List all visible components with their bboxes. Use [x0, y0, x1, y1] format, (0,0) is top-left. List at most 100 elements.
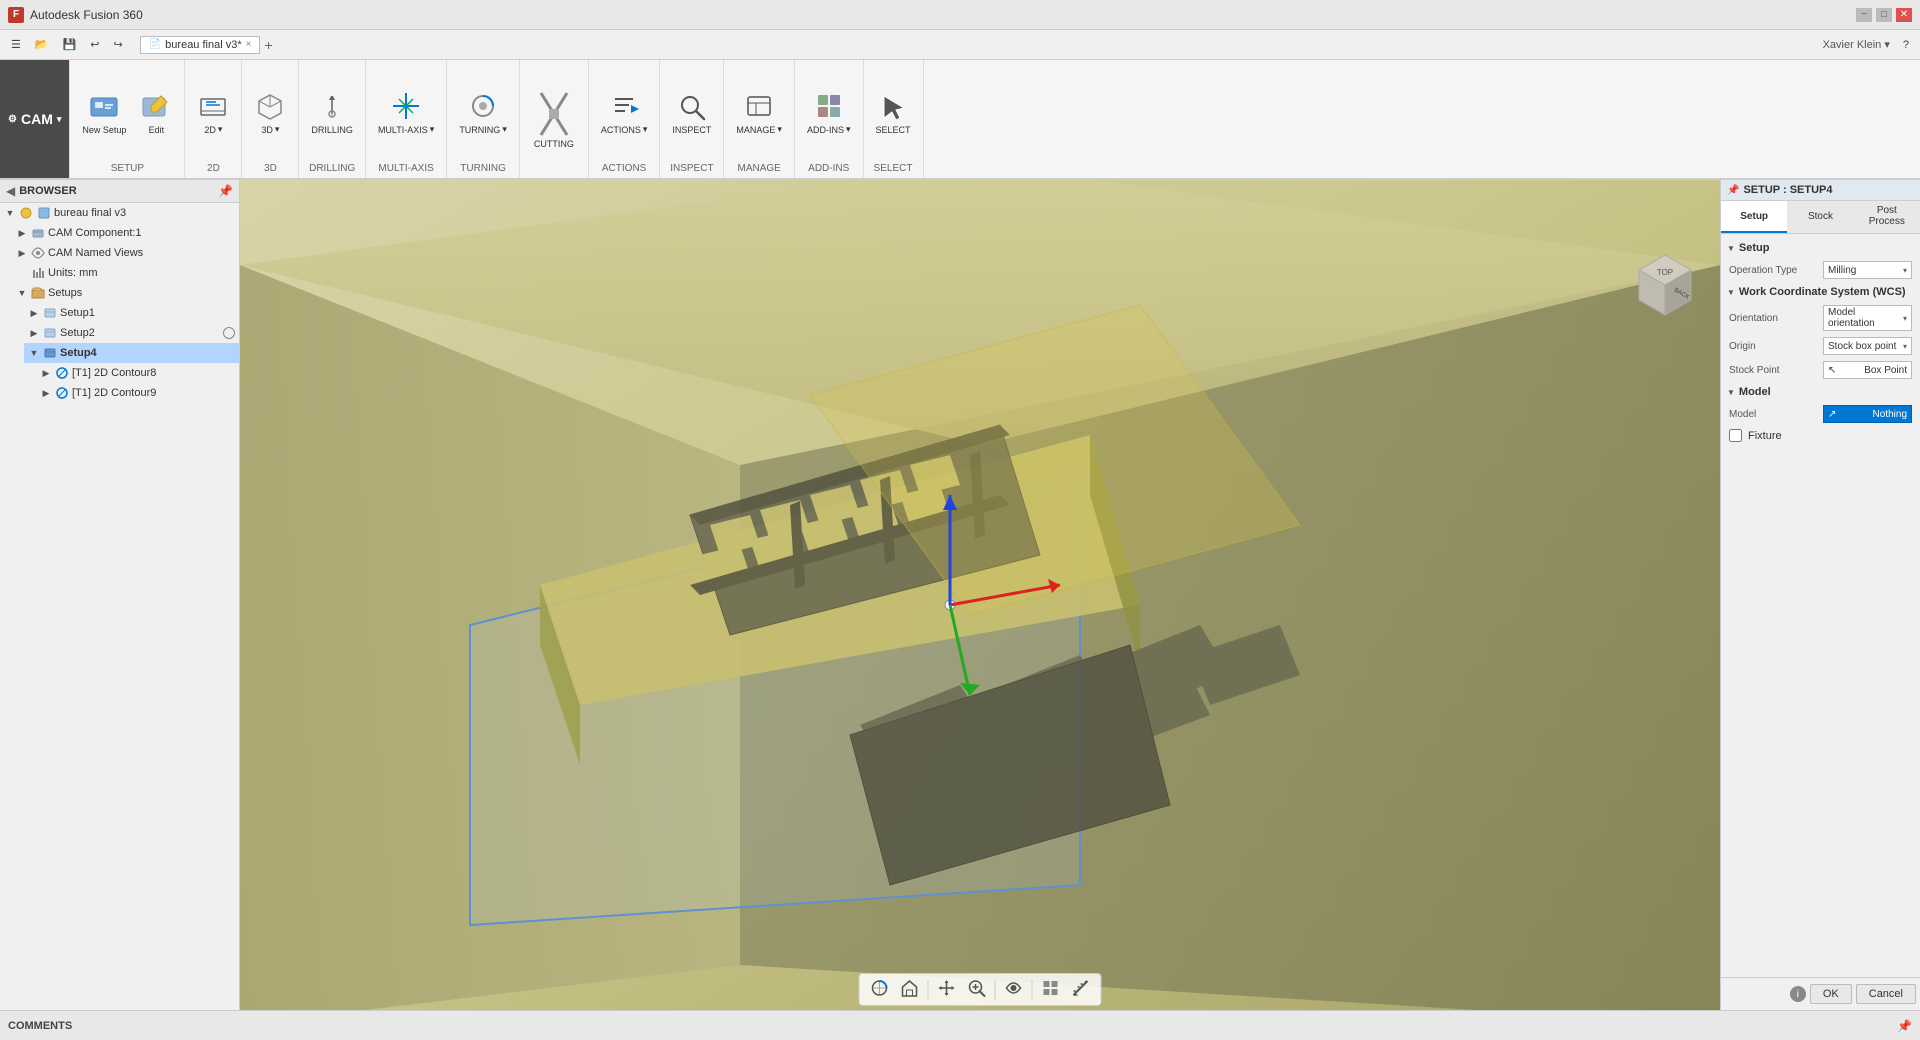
actions-group-label: ACTIONS — [595, 161, 654, 174]
tab-post-process[interactable]: Post Process — [1854, 201, 1920, 233]
fixture-label[interactable]: Fixture — [1748, 430, 1782, 442]
tree-item-setup2[interactable]: ▶ Setup2 — [24, 323, 239, 343]
model-value-button[interactable]: ↗ Nothing — [1823, 405, 1912, 423]
tree-item-setups[interactable]: ▼ Setups — [12, 283, 239, 303]
tab-stock[interactable]: Stock — [1787, 201, 1853, 233]
toolbar-separator-2 — [995, 980, 996, 1000]
tree-icon-setups — [30, 285, 46, 301]
ribbon-group-turning: TURNING▾ TURNING — [447, 60, 520, 178]
multiaxis-group-label: MULTI-AXIS — [372, 161, 440, 174]
maximize-button[interactable]: □ — [1876, 8, 1892, 22]
manage-label: MANAGE▾ — [736, 124, 782, 135]
drilling-button[interactable]: DRILLING — [305, 87, 359, 139]
undo-button[interactable]: ↩ — [85, 35, 104, 54]
multiaxis-label: MULTI-AXIS▾ — [378, 124, 434, 135]
add-tab-button[interactable]: + — [260, 37, 276, 53]
ribbon-group-actions: ACTIONS▾ ACTIONS — [589, 60, 661, 178]
tree-toggle-setups[interactable]: ▼ — [16, 287, 28, 299]
fixture-checkbox[interactable] — [1729, 429, 1742, 442]
toolbar-separator-1 — [928, 980, 929, 1000]
tree-toggle-contour8[interactable]: ▶ — [40, 367, 52, 379]
tree-toggle-setup1[interactable]: ▶ — [28, 307, 40, 319]
status-pin-button[interactable]: 📌 — [1897, 1019, 1912, 1033]
info-icon[interactable]: i — [1790, 986, 1806, 1002]
3d-button[interactable]: 3D▾ — [248, 86, 292, 139]
viewport[interactable]: TOP BACK — [240, 180, 1720, 1010]
measure-button[interactable] — [1067, 976, 1095, 1003]
turning-button[interactable]: TURNING▾ — [453, 86, 513, 139]
navigation-cube[interactable]: TOP BACK — [1620, 240, 1700, 320]
browser-pin-button[interactable]: 📌 — [218, 184, 233, 198]
tree-item-setup1[interactable]: ▶ Setup1 — [24, 303, 239, 323]
drilling-icon — [316, 91, 348, 123]
tree-icon-units — [30, 265, 46, 281]
tree-toggle-cam-component[interactable]: ▶ — [16, 227, 28, 239]
tab-close-icon[interactable]: × — [246, 39, 252, 50]
tree-item-cam-named-views[interactable]: ▶ CAM Named Views — [12, 243, 239, 263]
select-button[interactable]: SELECT — [870, 87, 917, 139]
tree-toggle-cam-named-views[interactable]: ▶ — [16, 247, 28, 259]
tab-setup[interactable]: Setup — [1721, 201, 1787, 233]
model-label: Model — [1729, 409, 1819, 420]
manage-button[interactable]: MANAGE▾ — [730, 86, 788, 139]
active-tab[interactable]: 📄 bureau final v3* × — [140, 36, 261, 54]
addins-button[interactable]: ADD-INS▾ — [801, 86, 857, 139]
tree-item-units[interactable]: ▶ Units: mm — [12, 263, 239, 283]
new-button[interactable]: ☰ — [6, 35, 26, 54]
section-header-model[interactable]: ▼ Model — [1725, 382, 1916, 402]
2d-icon — [197, 90, 229, 122]
cancel-button[interactable]: Cancel — [1856, 984, 1916, 1004]
section-header-setup[interactable]: ▼ Setup — [1725, 238, 1916, 258]
setup-new-button[interactable]: New Setup — [76, 87, 132, 139]
tree-item-contour9[interactable]: ▶ [T1] 2D Contour9 — [36, 383, 239, 403]
inspect-button[interactable]: INSPECT — [666, 87, 717, 139]
pan-button[interactable] — [933, 976, 961, 1003]
help-button[interactable]: ? — [1898, 36, 1914, 54]
setup-edit-button[interactable]: Edit — [134, 87, 178, 139]
orientation-label: Orientation — [1729, 313, 1819, 324]
checkbox-row-fixture[interactable]: Fixture — [1725, 426, 1916, 445]
save-button[interactable]: 💾 — [58, 35, 82, 54]
orientation-value[interactable]: Model orientation ▾ — [1823, 305, 1912, 331]
tree-item-contour8[interactable]: ▶ [T1] 2D Contour8 — [36, 363, 239, 383]
app-title: Autodesk Fusion 360 — [30, 8, 143, 22]
tree-toggle-setup2[interactable]: ▶ — [28, 327, 40, 339]
home-button[interactable] — [896, 976, 924, 1003]
zoom-button[interactable] — [963, 976, 991, 1003]
origin-value[interactable]: Stock box point ▾ — [1823, 337, 1912, 355]
tree-item-setup4[interactable]: ▼ Setup4 — [24, 343, 239, 363]
open-button[interactable]: 📂 — [30, 35, 54, 54]
browser-collapse-button[interactable]: ◀ — [6, 184, 15, 198]
tree-toggle-root[interactable]: ▼ — [4, 207, 16, 219]
redo-button[interactable]: ↪ — [109, 35, 128, 54]
tree-toggle-setup4[interactable]: ▼ — [28, 347, 40, 359]
tree-item-cam-component[interactable]: ▶ CAM Component:1 — [12, 223, 239, 243]
2d-button[interactable]: 2D▾ — [191, 86, 235, 139]
tree-icon-root — [18, 205, 34, 221]
ok-button[interactable]: OK — [1810, 984, 1852, 1004]
cam-menu-button[interactable]: ⚙ CAM ▾ — [0, 60, 70, 178]
multiaxis-button[interactable]: MULTI-AXIS▾ — [372, 86, 440, 139]
stock-point-value[interactable]: ↖ Box Point — [1823, 361, 1912, 379]
display-mode-button[interactable] — [1037, 976, 1065, 1003]
ribbon-group-2d: 2D▾ 2D — [185, 60, 242, 178]
minimize-button[interactable]: − — [1856, 8, 1872, 22]
orbit-button[interactable] — [866, 976, 894, 1003]
operation-type-value[interactable]: Milling ▾ — [1823, 261, 1912, 279]
titlebar: F Autodesk Fusion 360 − □ ✕ — [0, 0, 1920, 30]
manage-group-label: MANAGE — [730, 161, 788, 174]
prop-row-stock-point: Stock Point ↖ Box Point — [1725, 358, 1916, 382]
cutting-button[interactable]: CUTTING — [526, 85, 582, 153]
tree-toggle-contour9[interactable]: ▶ — [40, 387, 52, 399]
actions-button[interactable]: ACTIONS▾ — [595, 86, 654, 139]
tree-item-root[interactable]: ▼ bureau final v3 — [0, 203, 239, 223]
drilling-label: DRILLING — [311, 125, 353, 135]
3d-label: 3D▾ — [261, 124, 279, 135]
look-at-button[interactable] — [1000, 976, 1028, 1003]
close-button[interactable]: ✕ — [1896, 8, 1912, 22]
ribbon-group-drilling: DRILLING DRILLING — [299, 60, 366, 178]
tree-icon-cam-named-views — [30, 245, 46, 261]
cam-label: CAM — [21, 111, 53, 127]
section-header-wcs[interactable]: ▼ Work Coordinate System (WCS) — [1725, 282, 1916, 302]
3d-group-label: 3D — [248, 161, 292, 174]
